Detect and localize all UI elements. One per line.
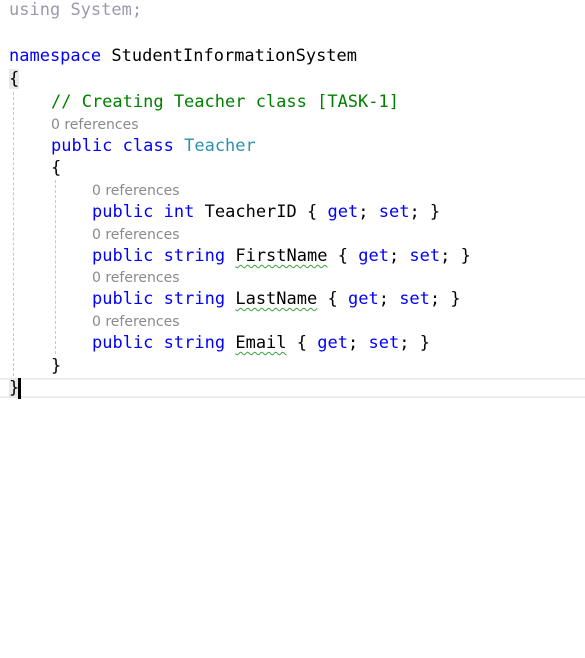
accessor-open-brace: {: [296, 333, 308, 353]
using-keyword: using: [9, 0, 61, 20]
accessor-close-brace: }: [429, 202, 441, 222]
class-keyword: class: [122, 136, 174, 156]
class-declaration-line: public class Teacher: [51, 135, 256, 157]
property-name[interactable]: Email: [235, 333, 286, 353]
property-access-modifier: public: [92, 246, 154, 266]
property-references-codelens[interactable]: 0 references: [92, 269, 180, 287]
property-line-lastname: public string LastName { get; set; }: [92, 289, 461, 309]
get-accessor: get: [358, 246, 389, 266]
accessor-open-brace: {: [327, 289, 338, 309]
get-accessor: get: [347, 289, 379, 309]
namespace-open-brace-line: {: [9, 68, 20, 90]
property-references-codelens[interactable]: 0 references: [92, 182, 180, 200]
set-accessor: set: [368, 333, 400, 353]
comment-line: // Creating Teacher class [TASK-1]: [51, 92, 399, 112]
property-line-email: public string Email { get; set; }: [92, 333, 430, 353]
accessor-close-brace: }: [460, 246, 471, 266]
indent-guide-namespace: [13, 92, 14, 376]
class-references-codelens[interactable]: 0 references: [51, 116, 139, 134]
class-open-brace: {: [51, 158, 62, 178]
namespace-name: StudentInformationSystem: [111, 46, 358, 66]
accessor-open-brace: {: [307, 202, 318, 222]
set-accessor: set: [409, 246, 441, 266]
accessor-close-brace: }: [419, 333, 430, 353]
property-references-codelens[interactable]: 0 references: [92, 226, 180, 244]
using-semicolon: ;: [131, 0, 143, 20]
using-directive-line: using System;: [9, 0, 142, 21]
get-accessor: get: [327, 202, 359, 222]
text-caret: [18, 378, 21, 399]
property-name[interactable]: LastName: [235, 289, 317, 309]
current-line-highlight: [0, 378, 585, 398]
class-access-modifier: public: [51, 136, 113, 156]
property-type: string: [163, 246, 226, 266]
property-name: TeacherID: [204, 202, 297, 222]
property-access-modifier: public: [92, 333, 154, 353]
property-type: string: [163, 289, 226, 309]
property-access-modifier: public: [92, 202, 154, 222]
property-type: string: [163, 333, 226, 353]
accessor-close-brace: }: [450, 289, 461, 309]
property-name[interactable]: FirstName: [235, 246, 327, 266]
namespace-keyword: namespace: [9, 46, 102, 66]
accessor-open-brace: {: [337, 246, 348, 266]
using-namespace: System: [70, 0, 132, 20]
set-accessor: set: [399, 289, 430, 309]
property-line-teacherid: public int TeacherID { get; set; }: [92, 202, 441, 222]
property-access-modifier: public: [92, 289, 154, 309]
set-accessor: set: [378, 202, 410, 222]
indent-guide-class: [55, 180, 56, 354]
property-references-codelens[interactable]: 0 references: [92, 313, 180, 331]
property-line-firstname: public string FirstName { get; set; }: [92, 246, 471, 266]
namespace-declaration-line: namespace StudentInformationSystem: [9, 45, 357, 67]
code-editor[interactable]: using System; namespace StudentInformati…: [0, 0, 585, 658]
get-accessor: get: [317, 333, 348, 353]
namespace-open-brace: {: [9, 69, 20, 89]
class-close-brace: }: [51, 356, 62, 376]
class-name: Teacher: [184, 136, 256, 156]
property-type: int: [163, 202, 195, 222]
